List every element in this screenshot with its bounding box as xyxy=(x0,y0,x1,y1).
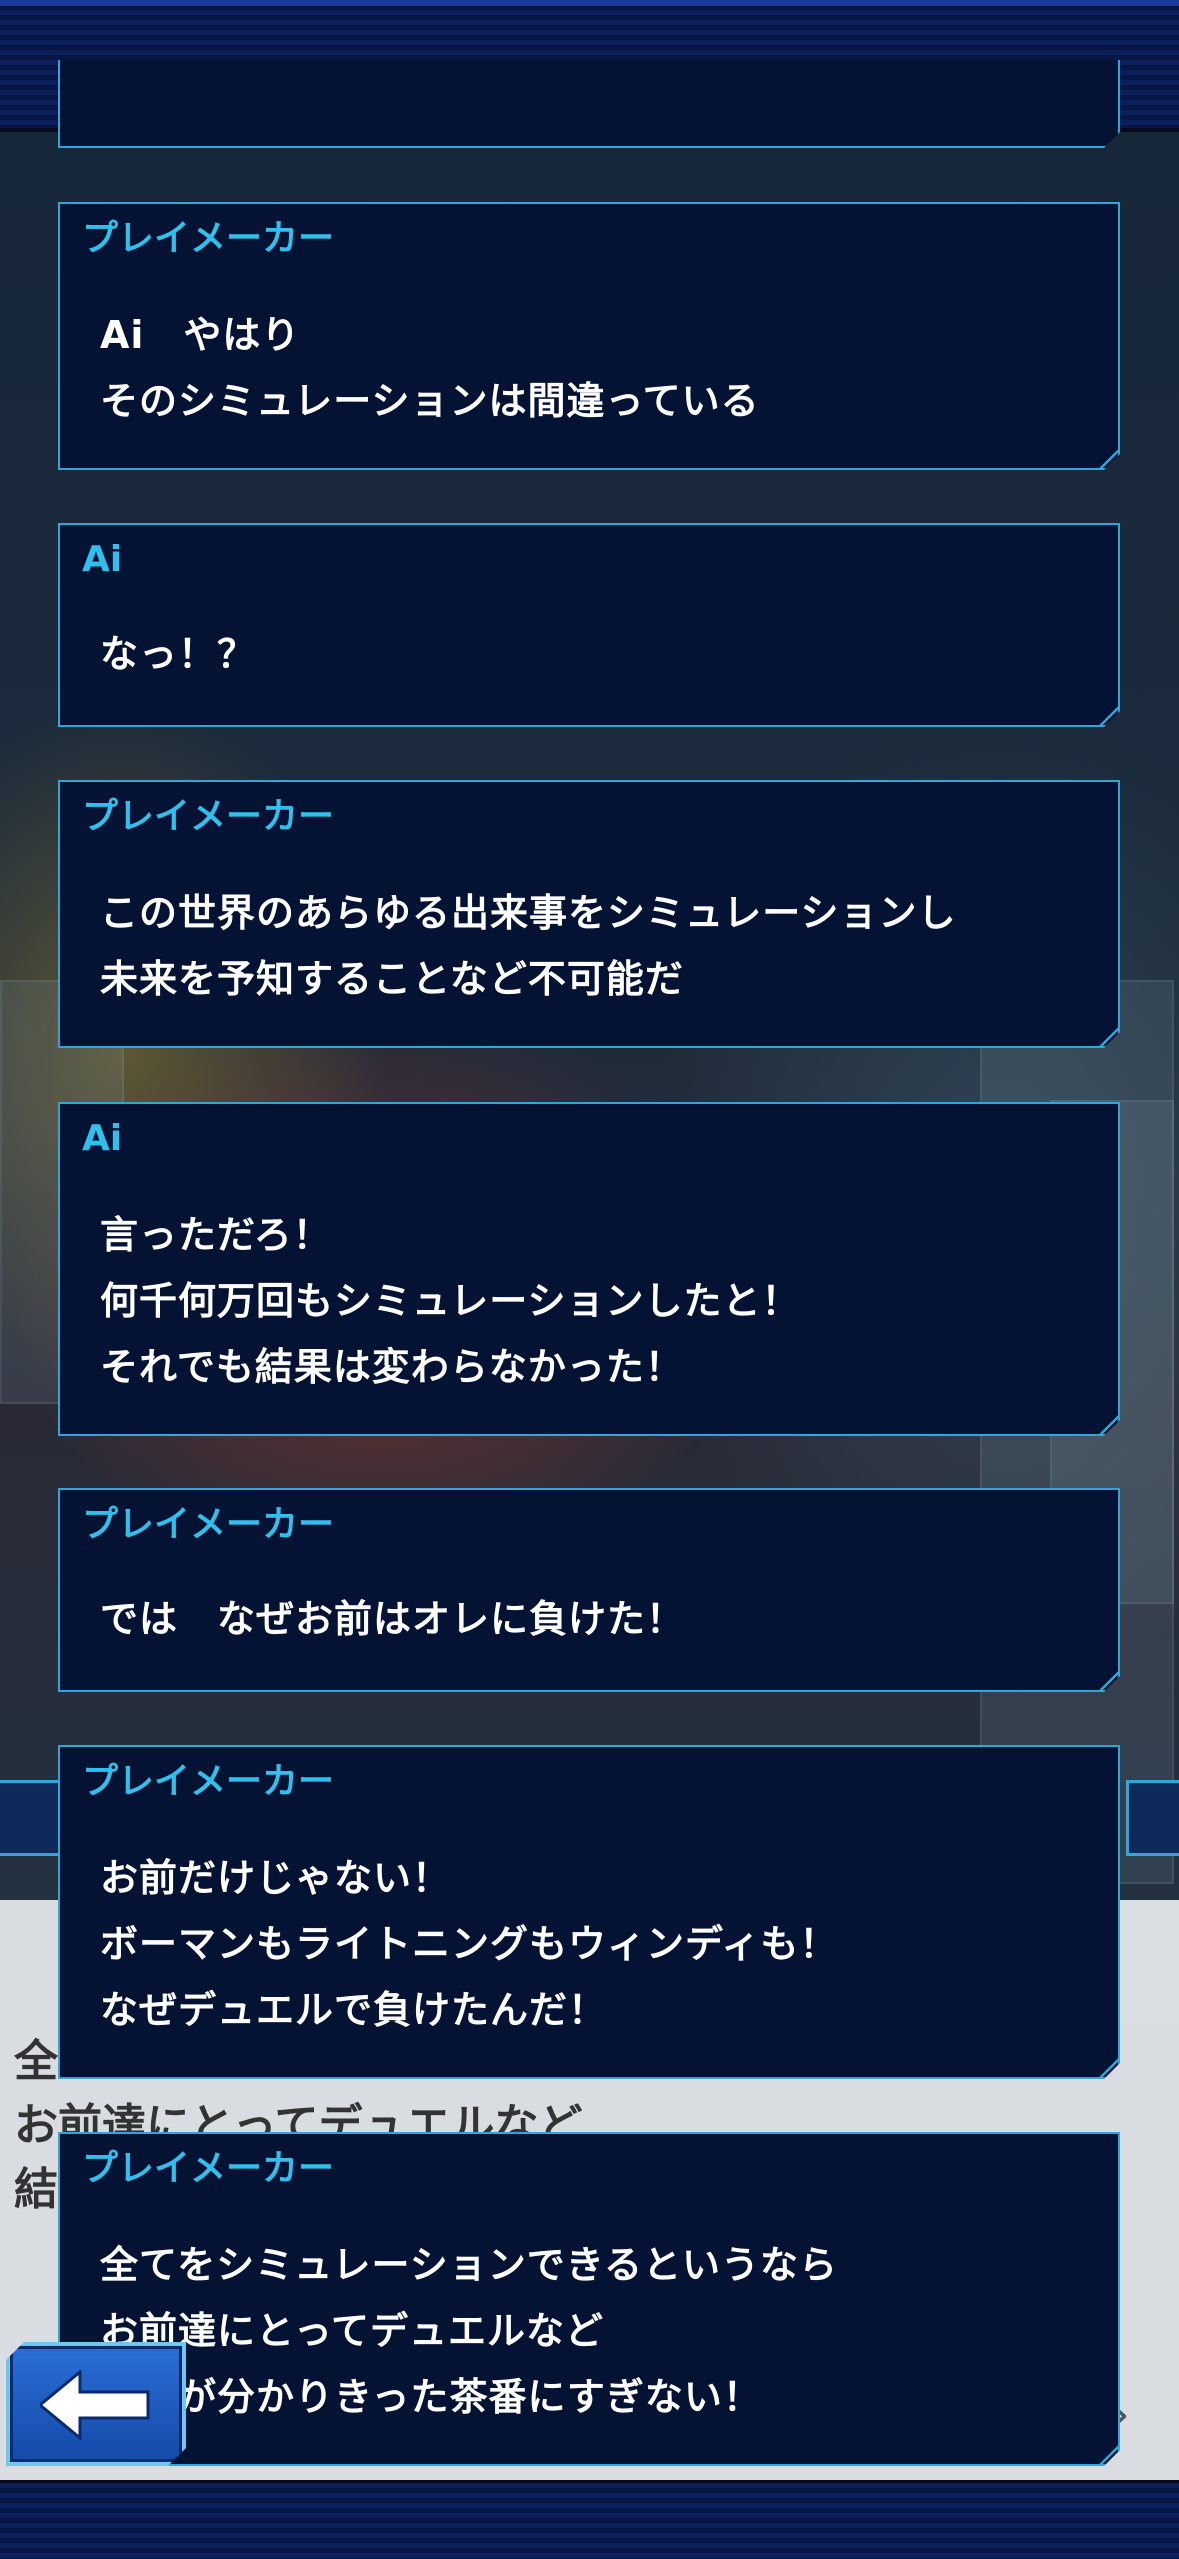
speaker-name: プレイメーカー xyxy=(82,218,335,259)
bottom-bar xyxy=(0,2480,1179,2559)
previous-message-stub xyxy=(58,60,1120,148)
log-message: Ai なっ！？ xyxy=(58,523,1120,727)
back-button[interactable] xyxy=(6,2342,186,2466)
log-message: プレイメーカー Ai やはり そのシミュレーションは間違っている xyxy=(58,202,1120,470)
message-text: お前だけじゃない！ ボーマンもライトニングもウィンディも！ なぜデュエルで負けた… xyxy=(100,1856,839,2032)
speaker-name: プレイメーカー xyxy=(82,1504,335,1545)
log-message: プレイメーカー この世界のあらゆる出来事をシミュレーションし 未来を予知すること… xyxy=(58,780,1120,1048)
message-text: では なぜお前はオレに負けた！ xyxy=(100,1597,686,1641)
speaker-name: Ai xyxy=(82,539,123,580)
message-text: この世界のあらゆる出来事をシミュレーションし 未来を予知することなど不可能だ xyxy=(100,891,957,1001)
arrow-left-icon xyxy=(40,2370,152,2440)
log-message: プレイメーカー お前だけじゃない！ ボーマンもライトニングもウィンディも！ なぜ… xyxy=(58,1745,1120,2079)
log-message: プレイメーカー 全てをシミュレーションできるというなら お前達にとってデュエルな… xyxy=(58,2132,1120,2466)
log-message: プレイメーカー では なぜお前はオレに負けた！ xyxy=(58,1488,1120,1692)
speaker-name: プレイメーカー xyxy=(82,1761,335,1802)
message-text: Ai やはり そのシミュレーションは間違っている xyxy=(100,313,760,423)
message-text: 言っただろ！ 何千何万回もシミュレーションしたと！ それでも結果は変わらなかった… xyxy=(100,1213,801,1389)
speaker-name: プレイメーカー xyxy=(82,2148,335,2189)
speaker-name: Ai xyxy=(82,1118,123,1159)
log-message: Ai 言っただろ！ 何千何万回もシミュレーションしたと！ それでも結果は変わらな… xyxy=(58,1102,1120,1436)
message-text: なっ！？ xyxy=(100,632,257,676)
speaker-name: プレイメーカー xyxy=(82,796,335,837)
message-text: 全てをシミュレーションできるというなら お前達にとってデュエルなど 結果が分かり… xyxy=(100,2243,838,2419)
chat-log[interactable]: プレイメーカー Ai やはり そのシミュレーションは間違っている Ai なっ！？… xyxy=(0,0,1179,2556)
